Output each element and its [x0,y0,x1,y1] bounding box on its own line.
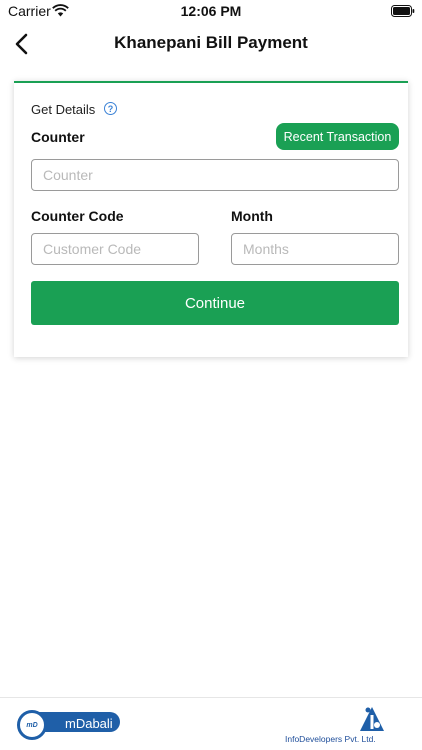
counter-input[interactable]: Counter [31,159,399,191]
infodevelopers-logo-text: InfoDevelopers Pvt. Ltd. [285,734,376,744]
mdabali-logo-text: mDabali [65,716,113,731]
infodevelopers-logo-icon [360,707,384,731]
customer-code-input[interactable]: Customer Code [31,233,199,265]
get-details-label: Get Details [31,102,96,117]
page-title: Khanepani Bill Payment [114,33,308,52]
status-time: 12:06 PM [180,3,242,19]
mdabali-logo-mark: mD [17,710,47,740]
counter-label: Counter [31,129,85,145]
counter-code-label: Counter Code [31,208,124,224]
navigation-bar: Khanepani Bill Payment [0,22,422,66]
infodevelopers-logo: InfoDevelopers Pvt. Ltd. [283,706,393,746]
status-bar: Carrier 12:06 PM [0,0,422,22]
bill-details-card: Get Details ? Counter Recent Transaction… [14,81,408,357]
battery-icon [391,5,415,17]
mdabali-logo: mDabali mD [17,710,120,740]
footer: mDabali mD InfoDevelopers Pvt. Ltd. [0,697,422,750]
month-label: Month [231,208,273,224]
continue-button[interactable]: Continue [31,281,399,325]
help-icon[interactable]: ? [104,102,117,115]
months-input[interactable]: Months [231,233,399,265]
recent-transaction-button[interactable]: Recent Transaction [276,123,399,150]
